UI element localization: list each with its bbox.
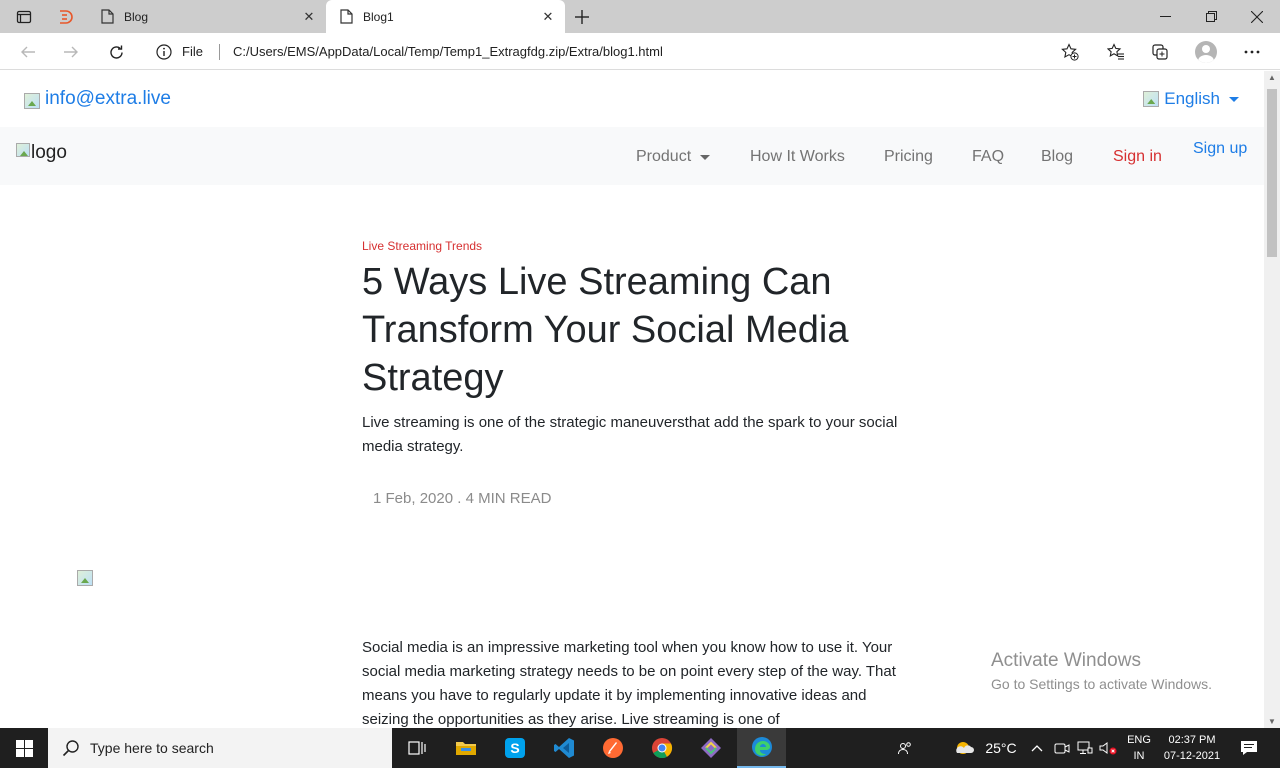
notifications-icon[interactable] (1234, 728, 1264, 768)
task-view-icon[interactable] (392, 728, 441, 768)
scroll-down-arrow-icon[interactable]: ▼ (1268, 717, 1276, 726)
language-selector[interactable]: English (1143, 89, 1239, 109)
url-text[interactable]: C:/Users/EMS/AppData/Local/Temp/Temp1_Ex… (233, 44, 1056, 59)
close-icon[interactable]: ✕ (296, 4, 322, 30)
region-code: IN (1133, 750, 1145, 762)
sign-in-link[interactable]: Sign in (1113, 148, 1162, 166)
activate-windows-watermark: Activate Windows Go to Settings to activ… (991, 650, 1212, 694)
search-icon (62, 739, 80, 757)
nav-blog[interactable]: Blog (1041, 148, 1073, 166)
logo-alt-text: logo (31, 142, 67, 163)
watermark-title: Activate Windows (991, 650, 1141, 671)
logo-image-icon (16, 143, 30, 157)
search-placeholder: Type here to search (90, 740, 214, 756)
scroll-up-arrow-icon[interactable]: ▲ (1268, 73, 1276, 82)
start-button[interactable] (0, 728, 48, 768)
tab-strip: Blog ✕ Blog1 ✕ (0, 0, 1280, 33)
close-icon[interactable]: ✕ (535, 4, 561, 30)
chevron-down-icon (1229, 96, 1239, 102)
people-icon[interactable] (893, 728, 917, 768)
sublime-app-icon[interactable] (588, 728, 637, 768)
weather-sun-icon (956, 742, 975, 754)
tab-blog1[interactable]: Blog1 ✕ (326, 0, 565, 33)
weather-temp: 25°C (985, 740, 1017, 756)
info-icon[interactable] (156, 43, 178, 60)
windows-taskbar: Type here to search S 25°C ENG IN 02:37 … (0, 728, 1280, 768)
vscode-icon[interactable] (539, 728, 588, 768)
scroll-thumb[interactable] (1267, 89, 1277, 257)
nav-pricing[interactable]: Pricing (884, 148, 933, 166)
add-favorite-icon[interactable] (1056, 42, 1084, 61)
avatar (1195, 41, 1217, 63)
site-logo[interactable]: logo (16, 142, 67, 164)
nav-how-it-works[interactable]: How It Works (750, 148, 845, 166)
article-body: Social media is an impressive marketing … (362, 639, 896, 728)
tab-blog[interactable]: Blog ✕ (87, 0, 326, 33)
chevron-down-icon (700, 154, 711, 160)
refresh-button[interactable] (100, 36, 132, 68)
email-link[interactable]: info@extra.live (24, 88, 171, 110)
chevron-up-icon[interactable] (1028, 728, 1046, 768)
input-language[interactable]: ENG IN (1124, 728, 1154, 768)
flag-image-icon (1143, 91, 1160, 107)
more-menu-icon[interactable] (1236, 36, 1268, 68)
forward-button[interactable] (55, 36, 87, 68)
restore-button[interactable] (1188, 0, 1234, 33)
file-explorer-icon[interactable] (441, 728, 490, 768)
chrome-icon[interactable] (637, 728, 686, 768)
contact-bar: info@extra.live English (0, 71, 1264, 127)
clock[interactable]: 02:37 PM 07-12-2021 (1158, 728, 1226, 768)
article-meta: 1 Feb, 2020 . 4 MIN READ (373, 490, 552, 507)
address-divider (218, 43, 220, 60)
weather-widget[interactable]: 25°C (950, 728, 1020, 768)
page-scrollbar[interactable]: ▲ ▼ (1264, 71, 1280, 728)
edge-icon[interactable] (737, 728, 786, 768)
network-icon[interactable] (1074, 728, 1096, 768)
clock-date: 07-12-2021 (1163, 750, 1221, 762)
nav-label: Product (636, 148, 692, 165)
article-title: 5 Ways Live Streaming Can Transform Your… (362, 261, 849, 399)
tab-title: Blog (124, 9, 149, 24)
tab-title: Blog1 (363, 9, 394, 24)
article-lead: Live streaming is one of the strategic m… (362, 414, 898, 455)
address-bar[interactable]: File C:/Users/EMS/AppData/Local/Temp/Tem… (145, 36, 1088, 67)
speaker-muted-icon[interactable] (1097, 728, 1119, 768)
language-label: English (1164, 89, 1220, 108)
tab-actions-icon[interactable] (9, 4, 39, 30)
nav-product[interactable]: Product (636, 148, 711, 166)
scheme-label: File (182, 44, 203, 59)
skype-icon[interactable]: S (490, 728, 539, 768)
clock-time: 02:37 PM (1168, 734, 1216, 746)
windows-logo-icon (15, 739, 33, 757)
svg-text:S: S (510, 740, 519, 756)
page-icon (99, 9, 115, 25)
page-viewport: info@extra.live English logo Product How… (0, 71, 1264, 728)
language-code: ENG (1127, 734, 1151, 746)
profile-avatar[interactable] (1190, 36, 1222, 68)
watermark-subtitle: Go to Settings to activate Windows. (991, 676, 1212, 692)
category-link[interactable]: Live Streaming Trends (362, 239, 482, 253)
nav-faq[interactable]: FAQ (972, 148, 1004, 166)
favorites-icon[interactable] (1100, 36, 1132, 68)
new-tab-button[interactable] (568, 3, 596, 31)
collections-tab-icon[interactable] (51, 4, 81, 30)
back-button[interactable] (12, 36, 44, 68)
git-app-icon[interactable] (686, 728, 735, 768)
main-navbar: logo Product How It Works Pricing FAQ Bl… (0, 127, 1264, 185)
mail-image-icon (24, 93, 40, 109)
close-window-button[interactable] (1234, 0, 1280, 33)
browser-toolbar: File C:/Users/EMS/AppData/Local/Temp/Tem… (0, 33, 1280, 70)
minimize-button[interactable] (1142, 0, 1188, 33)
hero-image-icon (77, 570, 93, 586)
page-icon (338, 9, 354, 25)
meet-now-icon[interactable] (1051, 728, 1073, 768)
collections-icon[interactable] (1144, 36, 1176, 68)
email-text: info@extra.live (45, 88, 171, 109)
sign-up-link[interactable]: Sign up (1193, 140, 1247, 158)
taskbar-search[interactable]: Type here to search (48, 728, 392, 768)
